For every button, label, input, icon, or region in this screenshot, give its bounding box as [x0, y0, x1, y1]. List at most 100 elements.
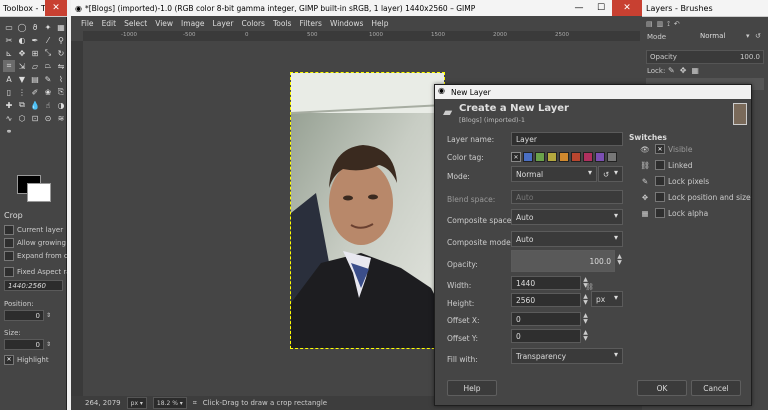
close-button[interactable]: ✕	[612, 0, 642, 16]
paths-icon[interactable]: ✒	[29, 34, 41, 46]
shear-icon[interactable]: ▱	[29, 60, 41, 72]
fixed-aspect-checkbox[interactable]	[4, 266, 14, 277]
size-field[interactable]: 0	[4, 339, 44, 350]
color-tag-swatch[interactable]	[523, 152, 533, 162]
composite-space-dropdown[interactable]: Auto ▾	[511, 209, 623, 225]
lock-alpha-switch[interactable]: ▦ Lock alpha	[639, 207, 751, 219]
menu-edit[interactable]: Edit	[102, 19, 117, 28]
menu-file[interactable]: File	[81, 19, 94, 28]
lock-pixels-icon[interactable]: ✎	[668, 66, 675, 75]
cage-icon[interactable]: ⬡	[16, 112, 28, 124]
menu-tools[interactable]: Tools	[273, 19, 291, 28]
size-unit-dropdown[interactable]: px ▾	[591, 291, 623, 307]
lock-position-icon[interactable]: ✥	[680, 66, 687, 75]
dodge-icon[interactable]: ◑	[55, 99, 67, 111]
layers-tab-icon[interactable]: ▤	[646, 20, 653, 30]
blend-space-dropdown[interactable]: Auto	[511, 190, 623, 204]
clone-icon[interactable]: ⎘	[55, 86, 67, 98]
linked-switch[interactable]: ⛓ Linked	[639, 159, 751, 171]
menu-select[interactable]: Select	[124, 19, 147, 28]
help-button[interactable]: Help	[447, 380, 497, 396]
layer-opacity-field[interactable]: Opacity 100.0	[646, 50, 764, 64]
warp-icon[interactable]: ∿	[3, 112, 15, 124]
vertical-ruler[interactable]	[71, 41, 83, 396]
size-spin-icon[interactable]: ⇕	[46, 341, 51, 348]
color-select-icon[interactable]: ▦	[55, 21, 67, 33]
zoom-icon[interactable]: ⚲	[55, 34, 67, 46]
zoom-selector[interactable]: 18.2 % ▾	[152, 397, 187, 409]
warp-transform-icon[interactable]: ≋	[55, 112, 67, 124]
visible-checkbox[interactable]: ✕	[655, 144, 665, 154]
ok-button[interactable]: OK	[637, 380, 687, 396]
layers-titlebar[interactable]: Layers - Brushes	[642, 0, 768, 17]
move-icon[interactable]: ✥	[16, 47, 28, 59]
height-spin-icon[interactable]: ▲ ▼	[581, 293, 590, 307]
fill-with-dropdown[interactable]: Transparency ▾	[511, 348, 623, 364]
maximize-button[interactable]: ☐	[590, 0, 612, 16]
aspect-ratio-field[interactable]: 1440:2560	[4, 280, 63, 291]
align-icon[interactable]: ⊞	[29, 47, 41, 59]
composite-mode-dropdown[interactable]: Auto ▾	[511, 231, 623, 247]
offset-x-spin-icon[interactable]: ▲ ▼	[581, 312, 590, 326]
smudge-icon[interactable]: ☝	[42, 99, 54, 111]
lock-pixels-switch[interactable]: ✎ Lock pixels	[639, 175, 751, 187]
menu-view[interactable]: View	[155, 19, 173, 28]
menu-image[interactable]: Image	[181, 19, 205, 28]
allow-growing-option[interactable]: Allow growing	[0, 236, 67, 249]
lock-position-switch[interactable]: ✥ Lock position and size	[639, 191, 751, 203]
foreground-select-icon[interactable]: ◐	[16, 34, 28, 46]
dialog-titlebar[interactable]: ◉ New Layer	[435, 85, 751, 99]
color-tag-swatch[interactable]	[607, 152, 617, 162]
opacity-spin-icon[interactable]: ▲ ▼	[615, 253, 624, 267]
bucket-fill-icon[interactable]: ▼	[16, 73, 28, 85]
allow-growing-checkbox[interactable]	[4, 237, 14, 248]
highlight-option[interactable]: ✕ Highlight	[0, 353, 67, 366]
transform-icon[interactable]: ⤡	[42, 47, 54, 59]
flip-icon[interactable]: ⇋	[55, 60, 67, 72]
color-tag-swatch[interactable]	[547, 152, 557, 162]
crop-icon[interactable]: ⌗	[3, 60, 15, 72]
photo-layer[interactable]	[290, 72, 445, 349]
unit-selector[interactable]: px ▾	[126, 397, 147, 409]
lasso-icon[interactable]: ϑ	[29, 21, 41, 33]
width-input[interactable]: 1440	[511, 276, 581, 290]
height-input[interactable]: 2560	[511, 293, 581, 307]
mode-reset-button[interactable]: ↺ ▾	[598, 166, 623, 182]
color-tag-swatch[interactable]	[571, 152, 581, 162]
color-picker-icon[interactable]: ⁄	[42, 34, 54, 46]
layer-mode-reset-icon[interactable]: ↺	[755, 32, 761, 40]
ellipse-select-icon[interactable]: ◯	[16, 21, 28, 33]
ink-icon[interactable]: ✐	[29, 86, 41, 98]
seamless-clone-icon[interactable]: ⚭	[3, 125, 15, 137]
expand-from-checkbox[interactable]	[4, 250, 14, 261]
visible-switch[interactable]: 👁 ✕ Visible	[639, 143, 751, 155]
text-icon[interactable]: A	[3, 73, 15, 85]
eraser-icon[interactable]: ▯	[3, 86, 15, 98]
layer-mode-value[interactable]: Normal	[700, 32, 725, 40]
color-tag-swatch[interactable]: ✕	[511, 152, 521, 162]
mode-dropdown[interactable]: Normal ▾	[511, 166, 597, 182]
toolbox-close-button[interactable]: ✕	[45, 0, 67, 16]
scale-icon[interactable]: ⇲	[16, 60, 28, 72]
highlight-checkbox[interactable]: ✕	[4, 354, 14, 365]
menu-filters[interactable]: Filters	[299, 19, 321, 28]
chain-link-icon[interactable]: ⛓	[585, 283, 594, 291]
scissors-icon[interactable]: ✂	[3, 34, 15, 46]
image-window-titlebar[interactable]: ◉ *[Blogs] (imported)-1.0 (RGB color 8-b…	[71, 0, 642, 17]
measure-icon[interactable]: ⊾	[3, 47, 15, 59]
current-layer-option[interactable]: Current layer	[0, 223, 67, 236]
layer-name-input[interactable]: Layer	[511, 132, 623, 146]
color-tag-swatch[interactable]	[535, 152, 545, 162]
linked-checkbox[interactable]	[655, 160, 665, 170]
color-tag-swatch[interactable]	[583, 152, 593, 162]
menu-help[interactable]: Help	[371, 19, 388, 28]
lock-alpha-checkbox[interactable]	[655, 208, 665, 218]
blur-icon[interactable]: 💧	[29, 99, 41, 111]
expand-from-option[interactable]: Expand from center	[0, 249, 67, 262]
current-layer-checkbox[interactable]	[4, 224, 14, 235]
pencil-icon[interactable]: ✎	[42, 73, 54, 85]
menu-layer[interactable]: Layer	[213, 19, 234, 28]
color-tag-swatch[interactable]	[559, 152, 569, 162]
unified-transform-icon[interactable]: ⊡	[29, 112, 41, 124]
color-tag-swatch[interactable]	[595, 152, 605, 162]
